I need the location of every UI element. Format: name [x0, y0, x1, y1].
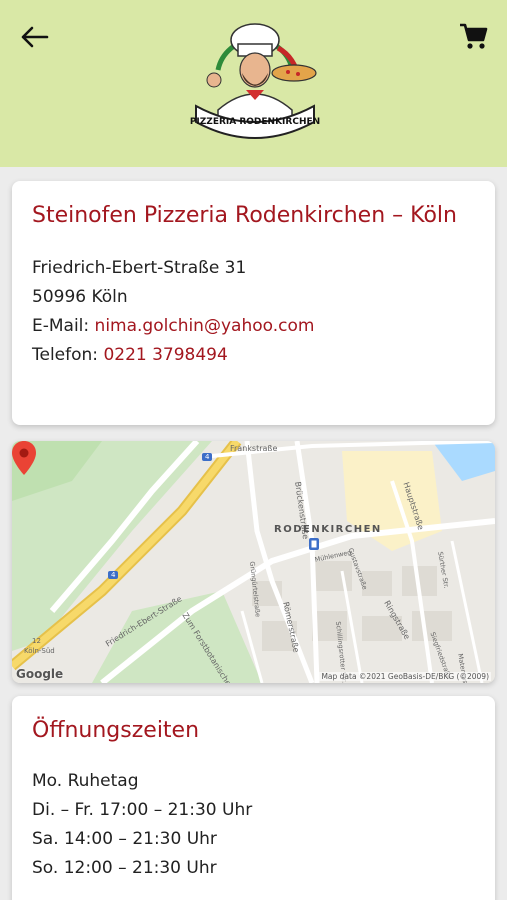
district-label: RODENKIRCHEN — [274, 524, 382, 535]
back-button[interactable] — [14, 20, 54, 54]
app-header: PIZZERIA RODENKIRCHEN — [0, 0, 507, 167]
arrow-left-icon — [21, 26, 49, 48]
phone-row: Telefon: 0221 3798494 — [32, 341, 475, 370]
map-attribution: Map data ©2021 GeoBasis-DE/BKG (©2009) — [319, 672, 491, 681]
email-row: E-Mail: nima.golchin@yahoo.com — [32, 312, 475, 341]
restaurant-name: Steinofen Pizzeria Rodenkirchen – Köln — [32, 203, 457, 228]
hours-line: Di. – Fr. 17:00 – 21:30 Uhr — [32, 800, 253, 820]
city-address: 50996 Köln — [32, 287, 128, 307]
exit-number: 12 — [32, 637, 41, 645]
location-map[interactable]: Frankstraße Brückenstraße Hauptstraße Fr… — [12, 441, 495, 683]
shopping-cart-icon — [460, 23, 488, 49]
highway-shield: 4 — [202, 453, 213, 461]
pizzeria-logo: PIZZERIA RODENKIRCHEN — [190, 23, 320, 139]
map-provider-logo: Google — [16, 667, 64, 681]
street-address: Friedrich-Ebert-Straße 31 — [32, 258, 247, 278]
address-card: Steinofen Pizzeria Rodenkirchen – Köln F… — [12, 181, 495, 425]
cart-button[interactable] — [453, 18, 493, 54]
exit-name: Köln-Süd — [24, 647, 55, 655]
opening-hours-title: Öffnungszeiten — [32, 718, 200, 743]
hours-line: Mo. Ruhetag — [32, 771, 139, 791]
opening-hours-card: Öffnungszeiten Mo. Ruhetag Di. – Fr. 17:… — [12, 696, 495, 900]
hours-line: So. 12:00 – 21:30 Uhr — [32, 858, 217, 878]
transit-station-icon — [309, 538, 319, 550]
phone-link[interactable]: 0221 3798494 — [103, 345, 227, 365]
logo-text: PIZZERIA RODENKIRCHEN — [190, 117, 320, 127]
highway-shield: 4 — [108, 571, 119, 579]
hours-line: Sa. 14:00 – 21:30 Uhr — [32, 829, 217, 849]
location-pin-icon[interactable] — [12, 441, 36, 475]
phone-label: Telefon: — [32, 345, 104, 365]
map-street-label: Frankstraße — [230, 444, 278, 453]
email-link[interactable]: nima.golchin@yahoo.com — [95, 316, 315, 336]
email-label: E-Mail: — [32, 316, 95, 336]
